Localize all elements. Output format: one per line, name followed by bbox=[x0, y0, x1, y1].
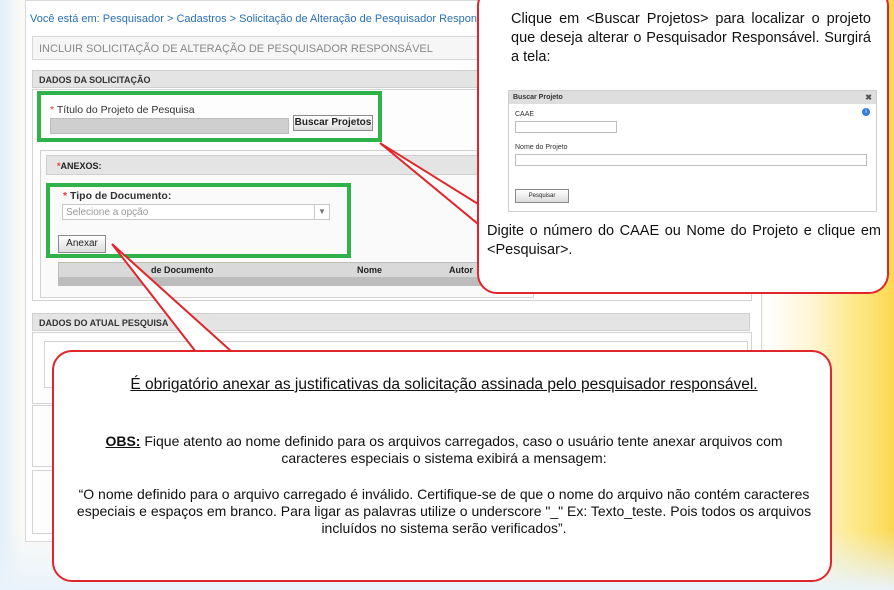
callout-bottom-obs: OBS: Fique atento ao nome definido para … bbox=[74, 433, 814, 467]
mini-caae-label: CAAE bbox=[515, 111, 535, 118]
mini-dialog-title-text: Buscar Projeto bbox=[513, 94, 563, 101]
obs-label: OBS: bbox=[105, 433, 141, 449]
mini-dialog-title: Buscar Projeto ✖ bbox=[509, 91, 876, 104]
info-icon[interactable]: i bbox=[862, 108, 870, 116]
obs-text: Fique atento ao nome definido para os ar… bbox=[140, 433, 783, 466]
callout-bottom-title: É obrigatório anexar as justificativas d… bbox=[130, 376, 758, 393]
mini-dialog-buscar-projeto: Buscar Projeto ✖ i CAAE Nome do Projeto … bbox=[508, 90, 877, 212]
mini-pesquisar-button[interactable]: Pesquisar bbox=[515, 189, 569, 203]
close-icon[interactable]: ✖ bbox=[865, 91, 872, 104]
callout-top-text-1: Clique em <Buscar Projetos> para localiz… bbox=[511, 11, 871, 65]
mini-nome-label: Nome do Projeto bbox=[515, 144, 568, 151]
mini-nome-input[interactable] bbox=[515, 154, 867, 166]
callout-buscar-projetos: Clique em <Buscar Projetos> para localiz… bbox=[477, 0, 889, 294]
callout-bottom-message: “O nome definido para o arquivo carregad… bbox=[76, 486, 812, 536]
callout-top-text-2: Digite o número do CAAE ou Nome do Proje… bbox=[487, 223, 881, 258]
pointer-bottom bbox=[111, 243, 235, 353]
mini-caae-input[interactable] bbox=[515, 121, 617, 133]
callout-anexar: É obrigatório anexar as justificativas d… bbox=[52, 350, 832, 582]
